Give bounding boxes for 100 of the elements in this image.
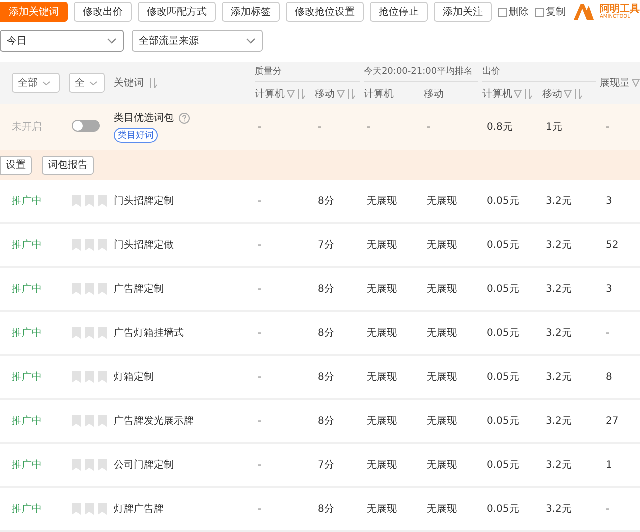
table-cell-text: 3 [606, 196, 614, 206]
table-cell-text: 0.05元 [487, 283, 520, 296]
table-cell-text: 3.2元 [546, 239, 573, 252]
table-cell-text: - [606, 328, 611, 338]
keyword-cell-text: 广告牌发光展示牌 [114, 414, 195, 428]
toolbar-button[interactable]: 添加关注 [434, 2, 492, 22]
column-header: 计算机 [254, 88, 285, 101]
dropdown[interactable]: 全部流量来源 [132, 30, 263, 52]
dropdown[interactable]: 全部 [12, 73, 60, 93]
sort-icon[interactable] [524, 89, 532, 99]
table-cell-text: 无展现 [427, 283, 458, 296]
column-group-header: 出价 [482, 65, 596, 82]
table-cell-text: 3.2元 [546, 459, 573, 472]
column-header: 移动 [314, 88, 335, 101]
bookmark-icon[interactable] [98, 239, 107, 251]
toolbar-button[interactable]: 抢位停止 [370, 2, 428, 22]
table-cell-text: 7分 [318, 239, 336, 252]
filter-icon[interactable] [514, 90, 522, 98]
bookmark-icon[interactable] [72, 327, 81, 339]
chevron-down-icon [89, 80, 98, 86]
status-text: 推广中 [12, 282, 43, 296]
table-cell-text: 1 [606, 460, 614, 470]
dropdown[interactable]: 全 [69, 73, 105, 93]
toolbar-button[interactable]: 修改匹配方式 [138, 2, 216, 22]
sort-icon[interactable] [149, 78, 157, 88]
filter-icon[interactable] [336, 90, 345, 98]
table-cell-text: 0.05元 [487, 415, 520, 428]
sort-icon[interactable] [296, 89, 305, 99]
table-cell-text: 无展现 [427, 239, 458, 252]
status-text: 推广中 [12, 370, 43, 384]
table-cell-text: 8分 [318, 371, 336, 384]
checkbox[interactable] [498, 8, 507, 16]
bookmark-icon[interactable] [72, 503, 81, 515]
bookmark-icon[interactable] [72, 239, 81, 251]
bookmark-icon[interactable] [85, 283, 94, 295]
toolbar-button[interactable]: 添加标签 [222, 2, 280, 22]
table-cell-text: 无展现 [427, 327, 458, 340]
status-text: 推广中 [12, 238, 43, 252]
bookmark-icon[interactable] [72, 283, 81, 295]
table-cell-text: 0.05元 [487, 459, 520, 472]
status-text: 未开启 [12, 120, 43, 134]
bookmark-icon[interactable] [85, 327, 94, 339]
table-cell-text: 0.05元 [487, 503, 520, 516]
table-cell-text: 8分 [318, 503, 336, 516]
filter-icon[interactable] [564, 90, 572, 98]
toolbar-button[interactable]: 修改抢位设置 [286, 2, 364, 22]
checkbox[interactable] [535, 8, 544, 16]
bookmark-icon[interactable] [85, 239, 94, 251]
table-cell-text: 3.2元 [546, 327, 573, 340]
checkbox-label: 删除 [509, 6, 529, 19]
help-icon[interactable] [179, 112, 190, 124]
bookmark-icon[interactable] [85, 415, 94, 427]
filter-icon[interactable] [286, 90, 295, 98]
bookmark-icon[interactable] [98, 415, 107, 427]
tag: 类目好词 [114, 128, 158, 143]
table-cell-text: 无展现 [427, 195, 458, 208]
table-cell-text: 无展现 [367, 239, 398, 252]
sort-icon[interactable] [346, 89, 355, 99]
bookmark-icon[interactable] [72, 415, 81, 427]
bookmark-icon[interactable] [72, 371, 81, 383]
bookmark-icon[interactable] [98, 283, 107, 295]
sort-icon[interactable] [574, 89, 582, 99]
bookmark-icon[interactable] [85, 195, 94, 207]
table-cell-text: - [258, 460, 263, 470]
keyword-cell-text: 公司门牌定制 [114, 458, 175, 472]
keyword-cell-text: 广告灯箱挂墙式 [114, 326, 185, 340]
toolbar-button[interactable]: 修改出价 [74, 2, 132, 22]
action-button[interactable]: 设置 [0, 156, 32, 174]
chevron-down-icon [107, 38, 117, 44]
bookmark-icon[interactable] [98, 459, 107, 471]
table-cell-text: 无展现 [367, 503, 398, 516]
bookmark-icon[interactable] [72, 195, 81, 207]
bookmark-icon[interactable] [85, 503, 94, 515]
table-cell-text: 无展现 [427, 371, 458, 384]
column-group-header: 今天20:00-21:00平均排名 [364, 65, 478, 82]
table-cell-text: 8分 [318, 195, 336, 208]
filter-icon[interactable] [632, 79, 640, 87]
table-cell-text: 3.2元 [546, 283, 573, 296]
table-cell-text: 无展现 [427, 415, 458, 428]
keyword-cell-text: 门头招牌定做 [114, 238, 175, 252]
bookmark-icon[interactable] [72, 459, 81, 471]
keyword-cell-text: 灯箱定制 [114, 370, 155, 384]
table-cell-text: - [258, 328, 263, 338]
bookmark-icon[interactable] [98, 371, 107, 383]
bookmark-icon[interactable] [98, 195, 107, 207]
toggle-switch[interactable] [72, 120, 100, 132]
bookmark-icon[interactable] [98, 327, 107, 339]
table-cell-text: - [367, 122, 372, 132]
bookmark-icon[interactable] [85, 459, 94, 471]
dropdown[interactable]: 今日 [0, 30, 124, 52]
column-header[interactable]: 关键词 [114, 76, 144, 90]
table-cell-text: - [258, 196, 263, 206]
table-cell-text: 27 [606, 416, 620, 426]
keyword-cell-text: 广告牌定制 [114, 282, 165, 296]
table-cell-text: 8 [606, 372, 614, 382]
bookmark-icon[interactable] [85, 371, 94, 383]
action-button[interactable]: 词包报告 [42, 156, 94, 174]
bookmark-icon[interactable] [98, 503, 107, 515]
status-text: 推广中 [12, 414, 43, 428]
table-cell-text: 无展现 [367, 195, 398, 208]
